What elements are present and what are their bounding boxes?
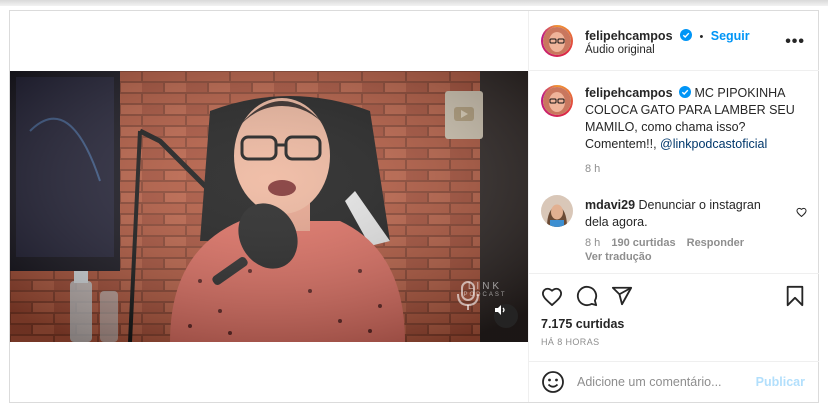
reply-button[interactable]: Responder xyxy=(687,237,744,249)
comment-time[interactable]: 8 h xyxy=(585,237,600,249)
share-icon[interactable] xyxy=(611,285,633,307)
verified-icon xyxy=(679,86,692,98)
caption-avatar[interactable] xyxy=(541,85,573,117)
like-count[interactable]: 7.175 curtidas xyxy=(541,317,624,331)
post-media-area: LINK PODCAST xyxy=(10,11,528,402)
header-separator: • xyxy=(699,31,704,43)
heart-icon[interactable] xyxy=(541,286,563,306)
comment-icon[interactable] xyxy=(576,285,598,307)
caption-username[interactable]: felipehcampos xyxy=(585,86,673,100)
verified-icon xyxy=(679,29,692,41)
post-actions: 7.175 curtidas HÁ 8 HORAS xyxy=(529,273,819,361)
mute-button[interactable] xyxy=(494,304,518,328)
post-sidebar: felipehcampos • Seguir Áudio original ••… xyxy=(528,11,819,402)
bookmark-icon[interactable] xyxy=(785,285,805,307)
browser-top-edge xyxy=(0,0,828,6)
comment-item: mdavi29 Denunciar o instagran dela agora… xyxy=(585,197,775,231)
caption: felipehcampos MC PIPOKINHA COLOCA GATO P… xyxy=(585,85,795,153)
commenter-avatar[interactable] xyxy=(541,195,573,227)
comments-section: felipehcampos MC PIPOKINHA COLOCA GATO P… xyxy=(529,71,819,273)
translate-button[interactable]: Ver tradução xyxy=(585,251,652,263)
author-photo xyxy=(543,87,571,115)
author-avatar[interactable] xyxy=(541,25,573,57)
caption-mention-link[interactable]: @linkpodcastoficial xyxy=(660,137,767,151)
emoji-icon[interactable] xyxy=(541,370,565,394)
small-heart-icon[interactable] xyxy=(796,207,807,217)
follow-button[interactable]: Seguir xyxy=(711,29,750,43)
caption-time[interactable]: 8 h xyxy=(585,163,600,175)
comment-username[interactable]: mdavi29 xyxy=(585,198,635,212)
post-time[interactable]: HÁ 8 HORAS xyxy=(541,337,600,347)
author-photo xyxy=(543,27,571,55)
post-header: felipehcampos • Seguir Áudio original ••… xyxy=(529,11,819,71)
publish-button[interactable]: Publicar xyxy=(756,375,805,389)
comment-likes[interactable]: 190 curtidas xyxy=(611,237,675,249)
commenter-photo xyxy=(541,195,573,227)
add-comment-bar: Adicione um comentário... Publicar xyxy=(529,361,819,402)
audio-label[interactable]: Áudio original xyxy=(585,44,655,56)
post-video[interactable]: LINK PODCAST xyxy=(10,71,528,342)
podcast-mic-icon xyxy=(457,281,479,310)
post-modal: LINK PODCAST felipehcampos • Seguir Áudi… xyxy=(9,10,819,403)
more-options-button[interactable]: ••• xyxy=(785,33,805,51)
comment-meta: 8 h 190 curtidas Responder xyxy=(585,237,744,249)
author-username[interactable]: felipehcampos xyxy=(585,29,673,43)
video-frame xyxy=(10,71,528,342)
comment-input[interactable]: Adicione um comentário... xyxy=(577,375,722,389)
speaker-icon xyxy=(495,305,505,315)
